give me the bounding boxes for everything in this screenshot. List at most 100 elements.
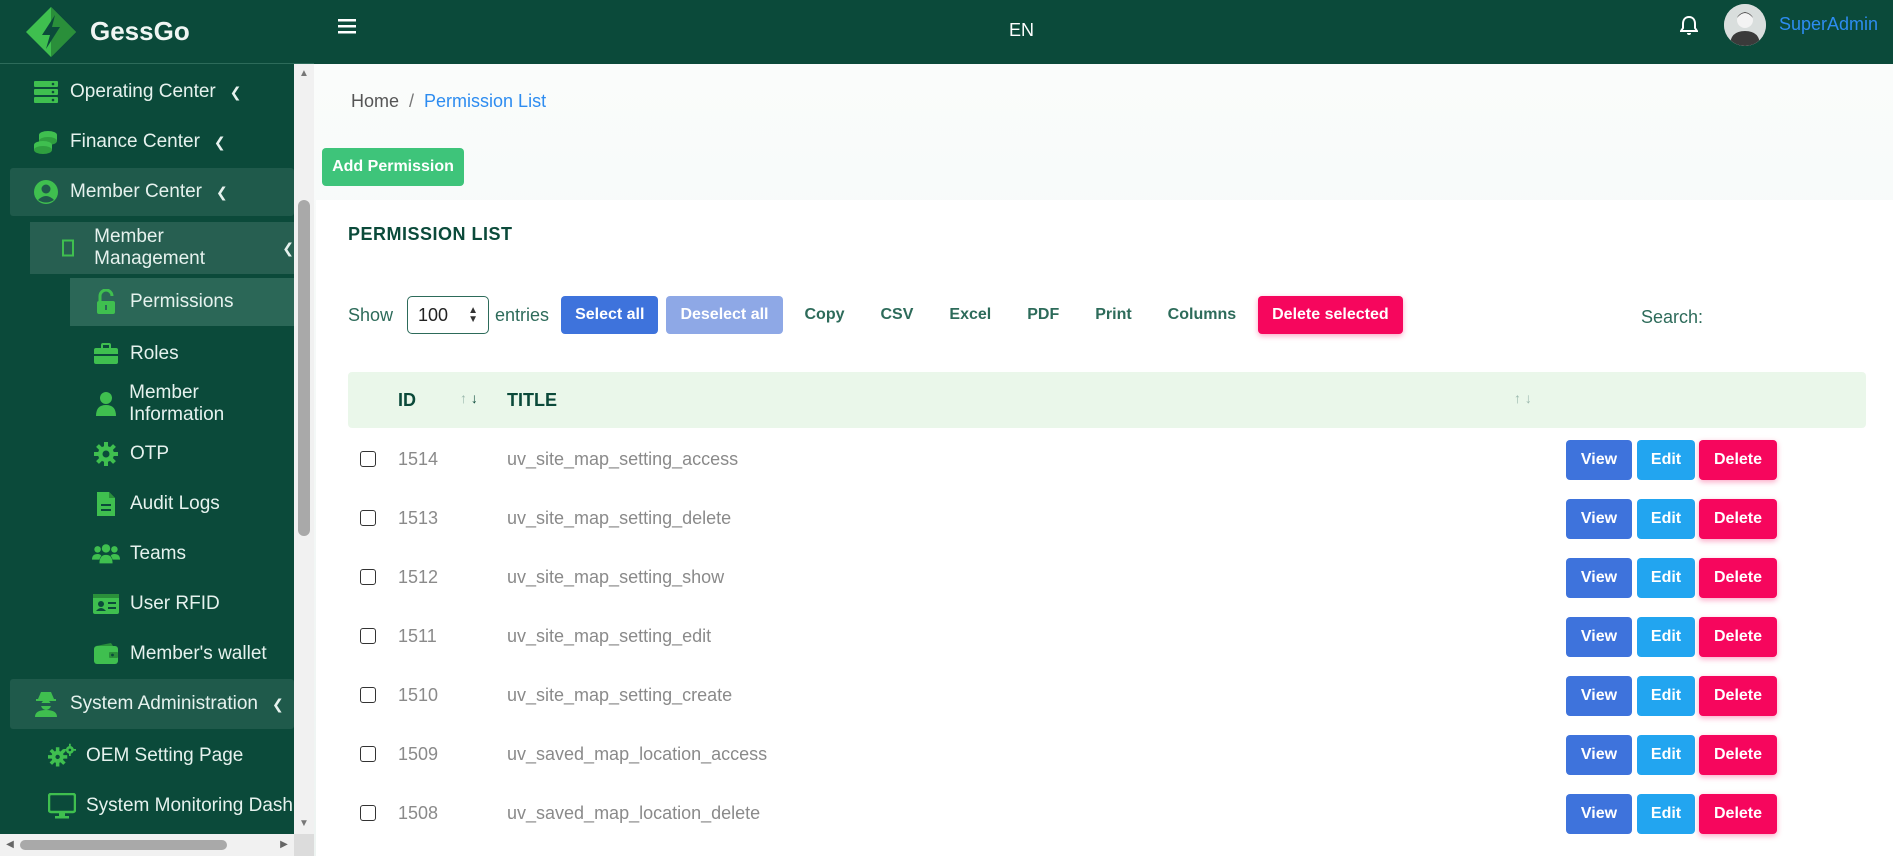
delete-button[interactable]: Delete <box>1699 440 1777 480</box>
sidebar-item-member-information[interactable]: Member Information <box>70 380 294 428</box>
columns-button[interactable]: Columns <box>1154 296 1250 334</box>
menu-toggle-icon[interactable] <box>338 16 362 40</box>
sidebar-item-label: User RFID <box>130 593 220 614</box>
row-checkbox[interactable] <box>360 805 376 821</box>
sort-icon[interactable]: ↑ ↓ <box>460 390 478 406</box>
permission-list-card: PERMISSION LIST Show 100 ▲ ▼ entries Sele… <box>316 200 1893 856</box>
delete-button[interactable]: Delete <box>1699 558 1777 598</box>
row-checkbox[interactable] <box>360 746 376 762</box>
sidebar-item-otp[interactable]: OTP <box>70 430 294 478</box>
sidebar-item-roles[interactable]: Roles <box>70 330 294 378</box>
table-header: ID ↑ ↓ TITLE ↑ ↓ <box>348 372 1866 428</box>
delete-button[interactable]: Delete <box>1699 617 1777 657</box>
sidebar-item-label: Member's wallet <box>130 643 267 664</box>
cell-id: 1512 <box>398 567 439 587</box>
view-button[interactable]: View <box>1566 676 1632 716</box>
view-button[interactable]: View <box>1566 440 1632 480</box>
sidebar-vertical-scrollbar[interactable]: ▲ ▼ <box>294 64 314 834</box>
sidebar-item-audit-logs[interactable]: Audit Logs <box>70 480 294 528</box>
language-selector[interactable]: EN <box>1009 20 1034 41</box>
avatar[interactable] <box>1724 4 1766 46</box>
coins-icon <box>32 128 60 156</box>
table-row: 1513 uv_site_map_setting_delete View Edi… <box>348 489 1866 548</box>
select-all-button[interactable]: Select all <box>561 296 659 334</box>
sidebar-item-system-monitoring-dash[interactable]: System Monitoring Dash <box>0 782 294 830</box>
scroll-down-icon[interactable]: ▼ <box>294 814 314 834</box>
sidebar-item-finance-center[interactable]: Finance Center ❮ <box>0 118 294 166</box>
cell-id: 1509 <box>398 744 439 764</box>
cell-title: uv_saved_map_location_access <box>507 744 768 764</box>
view-button[interactable]: View <box>1566 617 1632 657</box>
row-checkbox[interactable] <box>360 451 376 467</box>
cell-id: 1508 <box>398 803 439 823</box>
scrollbar-corner <box>294 834 314 856</box>
user-secret-icon <box>32 690 60 718</box>
bell-icon[interactable] <box>1679 15 1704 40</box>
scroll-thumb[interactable] <box>298 200 310 536</box>
breadcrumb-home[interactable]: Home <box>351 91 399 111</box>
row-checkbox[interactable] <box>360 687 376 703</box>
breadcrumb: Home / Permission List <box>351 91 546 112</box>
monitor-icon <box>48 792 76 820</box>
sort-icon[interactable]: ↑ ↓ <box>1514 390 1532 406</box>
brand[interactable]: GessGo <box>0 0 314 64</box>
pdf-button[interactable]: PDF <box>1013 296 1073 334</box>
sidebar-item-label: OTP <box>130 443 170 464</box>
delete-selected-button[interactable]: Delete selected <box>1258 296 1403 334</box>
view-button[interactable]: View <box>1566 735 1632 775</box>
edit-button[interactable]: Edit <box>1637 735 1695 775</box>
wallet-icon <box>92 640 120 668</box>
chevron-left-icon: ❮ <box>216 183 228 200</box>
deselect-all-button[interactable]: Deselect all <box>666 296 783 334</box>
sidebar-item-oem-setting-page[interactable]: OEM Setting Page <box>0 732 294 780</box>
sidebar-item-user-rfid[interactable]: User RFID <box>70 580 294 628</box>
square-outline-icon <box>56 234 80 262</box>
gear-icon <box>92 440 120 468</box>
delete-button[interactable]: Delete <box>1699 499 1777 539</box>
sidebar-item-member-management[interactable]: Member Management ❮ <box>30 222 294 274</box>
row-checkbox[interactable] <box>360 510 376 526</box>
view-button[interactable]: View <box>1566 794 1632 834</box>
delete-button[interactable]: Delete <box>1699 735 1777 775</box>
sidebar-item-operating-center[interactable]: Operating Center ❮ <box>0 68 294 116</box>
view-button[interactable]: View <box>1566 499 1632 539</box>
column-header-id[interactable]: ID <box>398 390 416 411</box>
table-row: 1510 uv_site_map_setting_create View Edi… <box>348 666 1866 725</box>
add-permission-button[interactable]: Add Permission <box>322 148 464 186</box>
row-checkbox[interactable] <box>360 628 376 644</box>
cell-title: uv_site_map_setting_create <box>507 685 733 705</box>
sidebar-item-system-administration[interactable]: System Administration ❮ <box>10 679 294 729</box>
copy-button[interactable]: Copy <box>791 296 859 334</box>
csv-button[interactable]: CSV <box>867 296 928 334</box>
edit-button[interactable]: Edit <box>1637 499 1695 539</box>
cell-title: uv_site_map_setting_access <box>507 449 739 469</box>
sidebar-horizontal-scrollbar[interactable]: ◀ ▶ <box>0 834 294 856</box>
user-name[interactable]: SuperAdmin <box>1779 14 1878 35</box>
breadcrumb-separator: / <box>409 91 415 111</box>
scroll-thumb[interactable] <box>20 840 227 850</box>
print-button[interactable]: Print <box>1081 296 1145 334</box>
row-checkbox[interactable] <box>360 569 376 585</box>
scroll-right-icon[interactable]: ▶ <box>274 834 294 856</box>
edit-button[interactable]: Edit <box>1637 558 1695 598</box>
edit-button[interactable]: Edit <box>1637 676 1695 716</box>
sidebar-item-members-wallet[interactable]: Member's wallet <box>70 630 294 678</box>
column-header-title[interactable]: TITLE <box>507 390 557 411</box>
sidebar-item-member-center[interactable]: Member Center ❮ <box>10 168 294 216</box>
delete-button[interactable]: Delete <box>1699 794 1777 834</box>
sidebar-item-teams[interactable]: Teams <box>70 530 294 578</box>
edit-button[interactable]: Edit <box>1637 440 1695 480</box>
delete-button[interactable]: Delete <box>1699 676 1777 716</box>
table-row: 1511 uv_site_map_setting_edit View Edit … <box>348 607 1866 666</box>
scroll-left-icon[interactable]: ◀ <box>0 834 20 856</box>
sidebar-item-label: Teams <box>130 543 186 564</box>
edit-button[interactable]: Edit <box>1637 617 1695 657</box>
entries-select[interactable]: 100 ▲ ▼ <box>407 296 490 334</box>
view-button[interactable]: View <box>1566 558 1632 598</box>
scroll-up-icon[interactable]: ▲ <box>294 64 314 84</box>
sidebar-item-permissions[interactable]: Permissions <box>70 278 294 326</box>
cell-id: 1510 <box>398 685 439 705</box>
excel-button[interactable]: Excel <box>935 296 1005 334</box>
edit-button[interactable]: Edit <box>1637 794 1695 834</box>
server-icon <box>32 78 60 106</box>
